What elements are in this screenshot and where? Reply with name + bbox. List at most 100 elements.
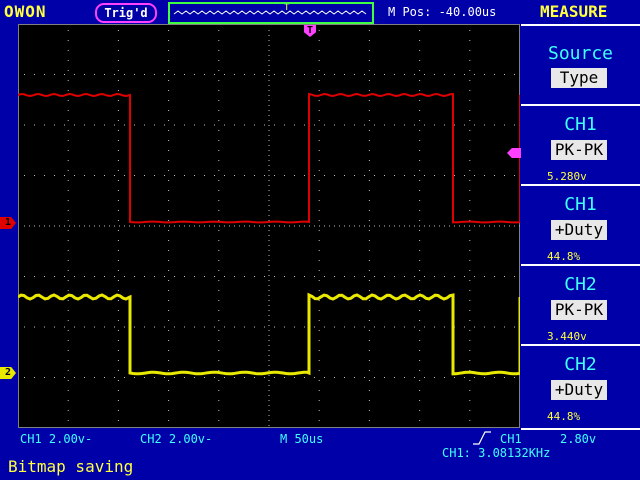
grid-dot: [449, 225, 450, 227]
grid-dot: [168, 190, 170, 191]
grid-dot: [318, 390, 320, 391]
grid-dot: [218, 40, 220, 41]
grid-dot: [54, 225, 55, 227]
grid-dot: [419, 130, 421, 131]
grid-dot: [368, 40, 370, 41]
menu-panel-option[interactable]: Type: [551, 68, 607, 88]
brand-logo: OWON: [4, 2, 47, 21]
menu-panel-ch1-duty[interactable]: CH1 +Duty 44.8%: [521, 184, 640, 266]
grid-dot: [299, 225, 300, 227]
grid-dot: [294, 74, 295, 75]
grid-dot: [199, 225, 200, 227]
grid-dot: [67, 160, 69, 161]
ch1-level-marker[interactable]: 1: [0, 217, 16, 229]
grid-dot: [469, 340, 471, 341]
grid-dot: [168, 40, 170, 41]
grid-dot: [444, 225, 445, 227]
grid-dot: [117, 150, 119, 151]
menu-panel-title: CH2: [564, 274, 597, 295]
grid-dot: [168, 170, 170, 171]
grid-dot: [318, 50, 320, 51]
grid-dot: [44, 326, 45, 328]
grid-dot: [318, 350, 320, 351]
grid-dot: [364, 74, 365, 75]
grid-dot: [54, 276, 55, 277]
grid-dot: [268, 390, 270, 391]
ch2-level-marker[interactable]: 2: [0, 367, 16, 379]
grid-dot: [454, 124, 455, 126]
grid-dot: [444, 74, 445, 75]
menu-panel-ch1-pkpk[interactable]: CH1 PK-PK 5.280v: [521, 104, 640, 186]
grid-dot: [268, 365, 270, 366]
grid-dot: [404, 74, 405, 75]
grid-dot: [67, 330, 69, 331]
grid-dot: [94, 377, 95, 378]
grid-dot: [117, 170, 119, 171]
grid-dot: [67, 260, 69, 261]
grid-dot: [168, 240, 170, 241]
menu-panel-ch2-duty[interactable]: CH2 +Duty 44.8%: [521, 344, 640, 430]
grid-dot: [404, 225, 405, 227]
grid-dot: [318, 260, 320, 261]
grid-dot: [74, 377, 75, 378]
grid-dot: [24, 225, 25, 227]
grid-dot: [419, 320, 421, 321]
graticule-grid: [24, 30, 520, 426]
grid-dot: [268, 350, 270, 351]
grid-dot: [268, 275, 270, 276]
grid-dot: [124, 74, 125, 75]
grid-dot: [168, 330, 170, 331]
menu-panel-option[interactable]: PK-PK: [551, 140, 607, 160]
grid-dot: [364, 225, 365, 227]
grid-dot: [344, 74, 345, 75]
grid-dot: [54, 175, 55, 176]
grid-dot: [67, 380, 69, 381]
grid-dot: [168, 250, 170, 251]
grid-dot: [114, 74, 115, 75]
grid-dot: [318, 90, 320, 91]
menu-panel-option[interactable]: +Duty: [551, 220, 607, 240]
grid-dot: [117, 190, 119, 191]
grid-dot: [218, 380, 220, 381]
menu-panel-option[interactable]: PK-PK: [551, 300, 607, 320]
grid-dot: [117, 270, 119, 271]
grid-dot: [318, 360, 320, 361]
grid-dot: [314, 225, 315, 227]
grid-dot: [444, 377, 445, 378]
grid-dot: [509, 225, 510, 227]
grid-dot: [139, 225, 140, 227]
grid-dot: [284, 225, 285, 227]
grid-dot: [474, 276, 475, 277]
grid-dot: [268, 340, 270, 341]
grid-dot: [67, 140, 69, 141]
grid-dot: [117, 130, 119, 131]
grid-dot: [419, 350, 421, 351]
grid-dot: [268, 75, 270, 76]
grid-dot: [469, 90, 471, 91]
grid-dot: [318, 70, 320, 71]
grid-dot: [318, 370, 320, 371]
grid-dot: [334, 175, 335, 176]
grid-dot: [67, 290, 69, 291]
grid-dot: [469, 300, 471, 301]
grid-dot: [368, 120, 370, 121]
grid-dot: [174, 276, 175, 277]
grid-dot: [234, 225, 235, 227]
grid-dot: [169, 225, 170, 227]
menu-panel-ch2-pkpk[interactable]: CH2 PK-PK 3.440v: [521, 264, 640, 346]
grid-dot: [368, 130, 370, 131]
grid-dot: [79, 225, 80, 227]
grid-dot: [494, 276, 495, 277]
menu-panel-option[interactable]: +Duty: [551, 380, 607, 400]
grid-dot: [304, 124, 305, 126]
menu-panel-source[interactable]: Source Type: [521, 24, 640, 106]
grid-dot: [464, 74, 465, 75]
grid-dot: [419, 240, 421, 241]
grid-dot: [44, 124, 45, 126]
grid-dot: [354, 124, 355, 126]
grid-dot: [504, 377, 505, 378]
grid-dot: [469, 160, 471, 161]
grid-dot: [514, 74, 515, 75]
grid-dot: [117, 30, 119, 31]
grid-dot: [268, 50, 270, 51]
